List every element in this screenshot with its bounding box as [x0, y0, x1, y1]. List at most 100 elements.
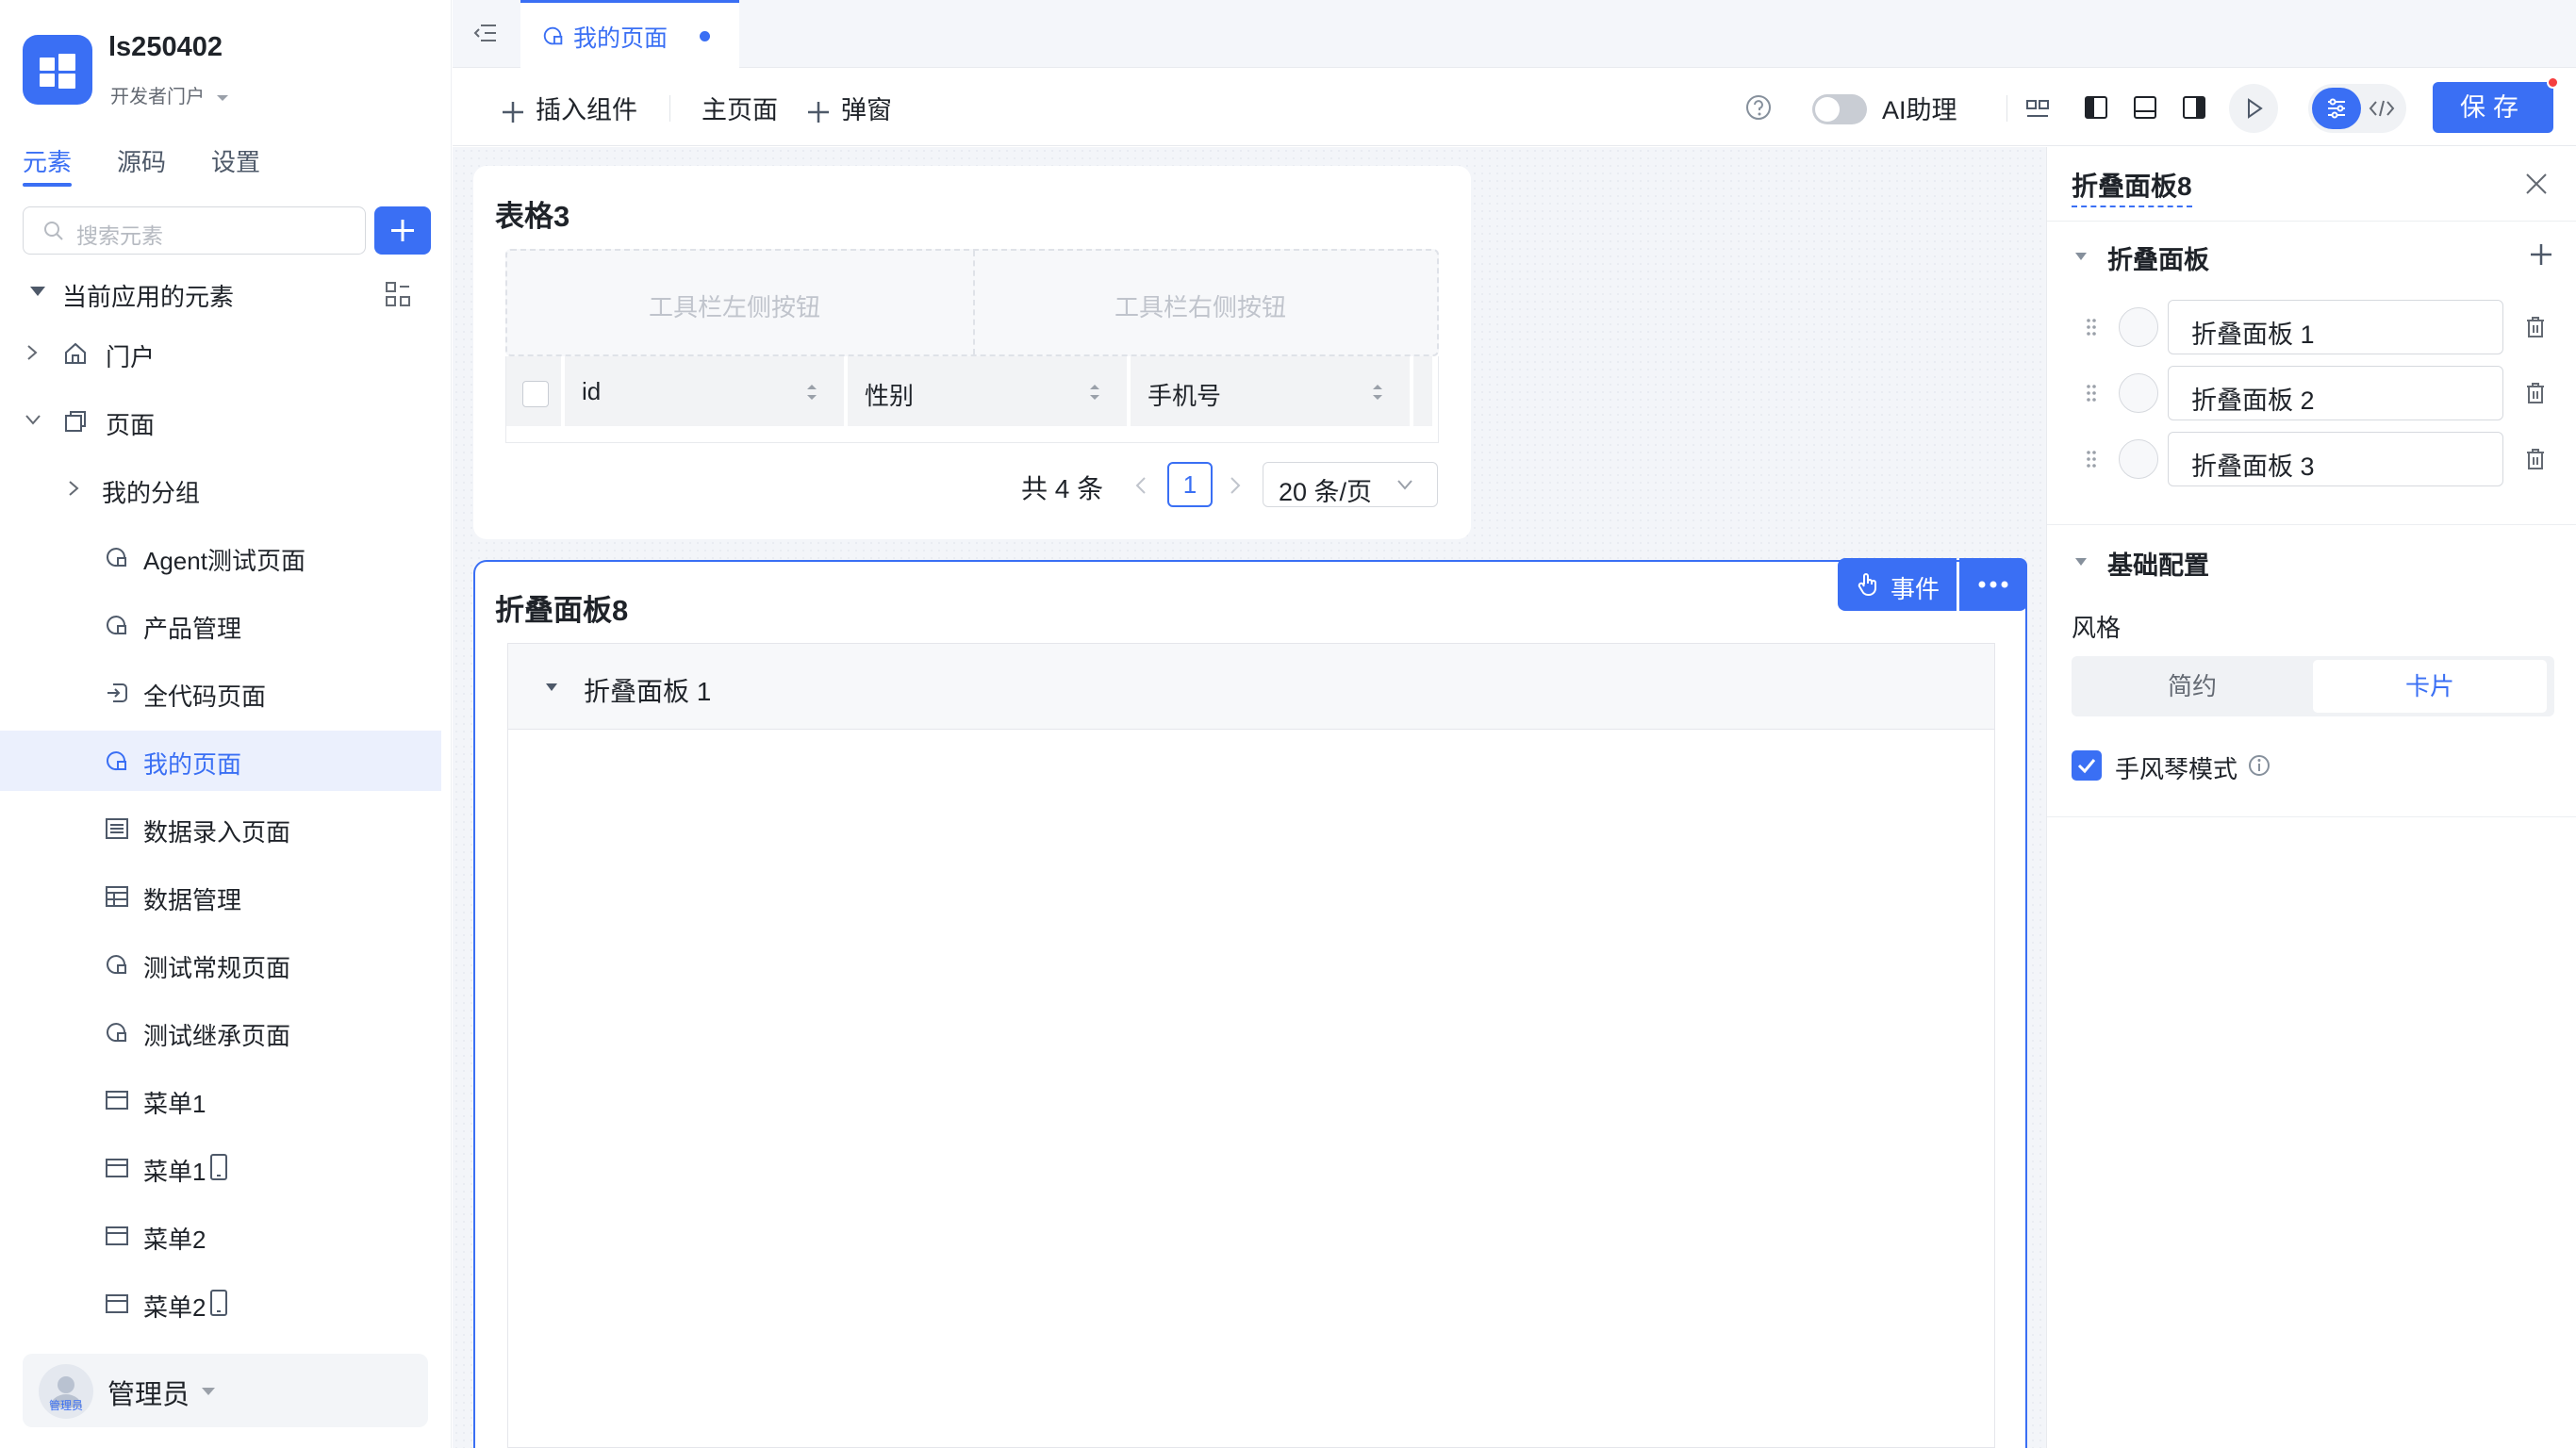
tree-item-portal[interactable]: 门户	[0, 323, 441, 384]
tab-source[interactable]: 源码	[117, 143, 166, 178]
more-actions-button[interactable]	[1959, 558, 2027, 611]
panel-icon-picker[interactable]	[2119, 373, 2158, 413]
caret-down-icon[interactable]	[2073, 556, 2089, 568]
prev-page-icon[interactable]	[1133, 475, 1148, 496]
tree-item-label: 菜单1	[143, 1158, 206, 1186]
tree-item-data-entry-page[interactable]: 数据录入页面	[0, 798, 441, 859]
panel-icon-picker[interactable]	[2119, 307, 2158, 347]
tree-item-test-regular-page[interactable]: 测试常规页面	[0, 934, 441, 995]
sort-icon[interactable]	[1370, 381, 1385, 403]
left-panel-icon[interactable]	[2082, 93, 2110, 122]
trash-icon[interactable]	[2524, 447, 2547, 471]
panel-title-input[interactable]: 折叠面板 3	[2168, 432, 2503, 486]
trash-icon[interactable]	[2524, 315, 2547, 339]
tree-item-label: 我的分组	[102, 479, 201, 507]
active-tab-indicator	[23, 183, 72, 187]
menu-icon	[104, 1155, 130, 1181]
add-element-button[interactable]	[374, 206, 431, 255]
layout-grid-icon[interactable]	[2023, 95, 2052, 123]
right-panel-icon[interactable]	[2180, 93, 2208, 122]
design-mode-button[interactable]	[2312, 88, 2361, 129]
chevron-right-icon[interactable]	[68, 480, 79, 497]
tree-item-menu1-mobile[interactable]: 菜单1	[0, 1138, 441, 1198]
save-label: 保存	[2460, 93, 2526, 122]
section-current-app-elements[interactable]: 当前应用的元素	[23, 275, 419, 313]
tree-item-agent-test-page[interactable]: Agent测试页面	[0, 527, 441, 587]
check-icon	[2077, 759, 2096, 774]
tree-item-pages[interactable]: 页面	[0, 391, 441, 452]
tree-item-test-inherit-page[interactable]: 测试继承页面	[0, 1002, 441, 1062]
style-option-simple[interactable]: 简约	[2075, 660, 2309, 713]
tree-item-data-management[interactable]: 数据管理	[0, 866, 441, 927]
portal-switcher[interactable]: 开发者门户	[110, 81, 229, 108]
trash-icon[interactable]	[2524, 381, 2547, 405]
toolbar-divider	[2006, 95, 2007, 122]
tab-label: 我的页面	[573, 25, 669, 52]
menu-icon	[104, 1223, 130, 1249]
editor-toolbar: 插入组件 主页面 弹窗 AI助理 保存	[453, 69, 2576, 146]
section-basic-config-title: 基础配置	[2107, 551, 2209, 580]
info-icon[interactable]	[2247, 753, 2271, 778]
tree-item-my-group[interactable]: 我的分组	[0, 459, 441, 519]
user-name: 管理员	[107, 1380, 190, 1410]
select-all-checkbox[interactable]	[522, 381, 549, 407]
tree-item-my-page[interactable]: 我的页面	[0, 731, 441, 791]
panel-title-input[interactable]: 折叠面板 2	[2168, 366, 2503, 420]
bottom-panel-icon[interactable]	[2131, 93, 2159, 122]
table-icon	[104, 883, 130, 910]
tree-item-menu1[interactable]: 菜单1	[0, 1070, 441, 1130]
tree-item-label: 菜单2	[143, 1226, 206, 1254]
panel-title-value: 折叠面板 1	[2191, 321, 2315, 349]
accordion-checkbox[interactable]	[2072, 750, 2102, 781]
column-header-phone[interactable]: 手机号	[1131, 356, 1410, 426]
page-size-select[interactable]: 20 条/页	[1263, 462, 1438, 507]
code-mode-icon[interactable]	[2365, 91, 2399, 125]
tab-elements[interactable]: 元素	[23, 143, 72, 178]
save-button[interactable]: 保存	[2433, 76, 2559, 133]
tree-item-product-management[interactable]: 产品管理	[0, 595, 441, 655]
toolbar-left-slot[interactable]: 工具栏左侧按钮	[649, 288, 820, 323]
collapse-panel-header[interactable]: 折叠面板 1	[507, 643, 1995, 730]
column-header-id[interactable]: id	[565, 356, 844, 426]
column-header-gender[interactable]: 性别	[848, 356, 1127, 426]
user-menu[interactable]: 管理员 管理员	[23, 1354, 428, 1427]
accordion-label: 手风琴模式	[2115, 755, 2238, 783]
preview-play-icon[interactable]	[2229, 84, 2278, 133]
next-page-icon[interactable]	[1228, 475, 1243, 496]
tree-item-label: 门户	[106, 343, 156, 371]
tree-item-label: 菜单1	[143, 1090, 206, 1118]
collapse-panel-title: 折叠面板 1	[584, 677, 712, 706]
insert-component-button[interactable]: 插入组件	[500, 90, 637, 126]
drag-handle-icon[interactable]	[2085, 383, 2098, 403]
tree-item-label: Agent测试页面	[143, 547, 305, 575]
ai-assistant-toggle[interactable]	[1812, 94, 1867, 124]
caret-down-icon[interactable]	[2073, 251, 2089, 262]
tab-settings[interactable]: 设置	[211, 143, 260, 178]
collapse-sidebar-icon[interactable]	[471, 19, 500, 47]
add-popup-button[interactable]: 弹窗	[805, 90, 892, 126]
tree-item-menu2-mobile[interactable]: 菜单2	[0, 1274, 441, 1334]
drag-handle-icon[interactable]	[2085, 317, 2098, 337]
chevron-right-icon[interactable]	[26, 344, 38, 361]
tab-my-page[interactable]: 我的页面	[520, 0, 739, 68]
element-tree-icon[interactable]	[385, 281, 411, 307]
style-option-card[interactable]: 卡片	[2313, 660, 2547, 713]
mobile-icon	[209, 1153, 228, 1181]
sort-icon[interactable]	[804, 381, 819, 403]
panel-title-input[interactable]: 折叠面板 1	[2168, 300, 2503, 354]
help-icon[interactable]	[1744, 93, 1773, 122]
page-number-current[interactable]: 1	[1167, 462, 1213, 507]
tree-item-full-code-page[interactable]: 全代码页面	[0, 663, 441, 723]
chevron-down-icon[interactable]	[25, 414, 41, 425]
main-page-button[interactable]: 主页面	[702, 90, 778, 126]
unsaved-dot	[700, 31, 710, 41]
panel-icon-picker[interactable]	[2119, 439, 2158, 479]
tree-item-menu2[interactable]: 菜单2	[0, 1206, 441, 1266]
search-input[interactable]: 搜索元素	[23, 206, 366, 255]
drag-handle-icon[interactable]	[2085, 449, 2098, 469]
add-panel-icon[interactable]	[2528, 241, 2554, 268]
close-icon[interactable]	[2522, 170, 2551, 198]
event-button[interactable]: 事件	[1838, 558, 1957, 611]
toolbar-right-slot[interactable]: 工具栏右侧按钮	[1115, 288, 1286, 323]
sort-icon[interactable]	[1087, 381, 1102, 403]
